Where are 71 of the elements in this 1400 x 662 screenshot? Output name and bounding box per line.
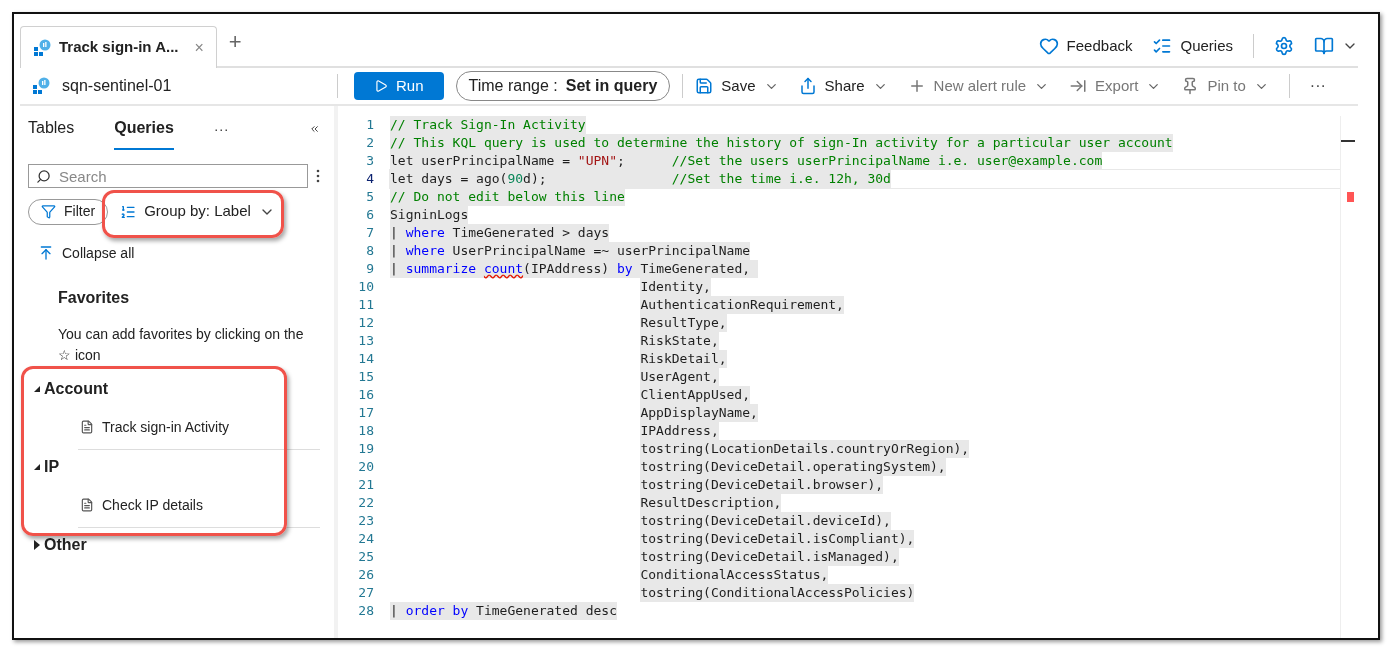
- workspace-icon: [32, 77, 50, 95]
- heart-icon: [1038, 36, 1059, 56]
- save-button[interactable]: Save: [695, 74, 779, 98]
- line-number: 24: [357, 530, 374, 548]
- line-number: 6: [365, 206, 374, 224]
- more-button[interactable]: ···: [213, 117, 229, 149]
- play-icon: [374, 79, 388, 93]
- list-icon: [1152, 36, 1173, 56]
- arrow-right-icon: [1069, 77, 1088, 95]
- line-number: 23: [357, 512, 374, 530]
- line-number: 7: [365, 224, 374, 242]
- line-number: 9: [365, 260, 374, 278]
- search-field[interactable]: Search: [28, 164, 308, 188]
- line-number: 26: [357, 566, 374, 584]
- line-number: 10: [357, 278, 374, 296]
- close-button[interactable]: ×: [194, 35, 204, 60]
- line-number: 20: [357, 458, 374, 476]
- run-button[interactable]: Run: [354, 72, 444, 100]
- search-icon: [36, 169, 51, 184]
- vertical-ellipsis-icon[interactable]: [316, 169, 320, 184]
- line-number: 21: [357, 476, 374, 494]
- group-header[interactable]: IP: [34, 449, 60, 484]
- line-number: 12: [357, 314, 374, 332]
- line-number: 16: [357, 386, 374, 404]
- document-icon: [80, 420, 94, 434]
- collapse-icon: [38, 245, 54, 261]
- document-icon: [80, 498, 94, 512]
- book-icon[interactable]: [1314, 36, 1334, 56]
- line-number: 5: [365, 188, 374, 206]
- add-tab-button[interactable]: +: [228, 25, 242, 58]
- more-button[interactable]: ···: [1309, 74, 1326, 98]
- query-item[interactable]: Check IP details: [80, 494, 203, 516]
- line-number: 4: [365, 170, 374, 188]
- group-header[interactable]: Account: [34, 371, 108, 406]
- group-header[interactable]: Other: [34, 527, 87, 562]
- tab-title: Track sign-in A...: [59, 37, 179, 58]
- line-number: 8: [365, 242, 374, 260]
- collapse-all-button[interactable]: Collapse all: [38, 242, 320, 264]
- save-icon: [695, 77, 714, 95]
- queries-button[interactable]: Queries: [1152, 34, 1233, 58]
- line-number: 19: [357, 440, 374, 458]
- line-number: 25: [357, 548, 374, 566]
- line-number: 3: [365, 152, 374, 170]
- error-marker: [1347, 192, 1354, 202]
- line-number: 11: [357, 296, 374, 314]
- line-number: 1: [365, 116, 374, 134]
- line-number: 2: [365, 134, 374, 152]
- query-tab[interactable]: Track sign-in A... ×: [20, 26, 217, 68]
- group-by-dropdown[interactable]: Group by: Label: [120, 200, 275, 223]
- line-number: 17: [357, 404, 374, 422]
- favorites-hint: You can add favorites by clicking on the ☆ icon: [58, 324, 305, 365]
- favorites-title: Favorites: [58, 287, 131, 308]
- line-number: 14: [357, 350, 374, 368]
- share-button[interactable]: Share: [798, 74, 888, 98]
- line-number: 22: [357, 494, 374, 512]
- sidebar-tab[interactable]: Queries: [114, 116, 174, 150]
- line-number: 28: [357, 602, 374, 620]
- workspace-name: sqn-sentinel-01: [62, 76, 172, 96]
- workspace-icon: [33, 38, 51, 57]
- line-number: 18: [357, 422, 374, 440]
- list-icon: [120, 203, 137, 220]
- line-number: 13: [357, 332, 374, 350]
- cursor-marker: [1341, 140, 1355, 142]
- feedback-button[interactable]: Feedback: [1038, 34, 1133, 58]
- line-number: 27: [357, 584, 374, 602]
- sidebar-tab[interactable]: Tables: [28, 116, 75, 150]
- share-icon: [798, 77, 817, 95]
- line-number: 15: [357, 368, 374, 386]
- settings-icon[interactable]: [1274, 36, 1294, 56]
- filter-icon: [41, 204, 56, 219]
- query-item[interactable]: Track sign-in Activity: [80, 416, 230, 438]
